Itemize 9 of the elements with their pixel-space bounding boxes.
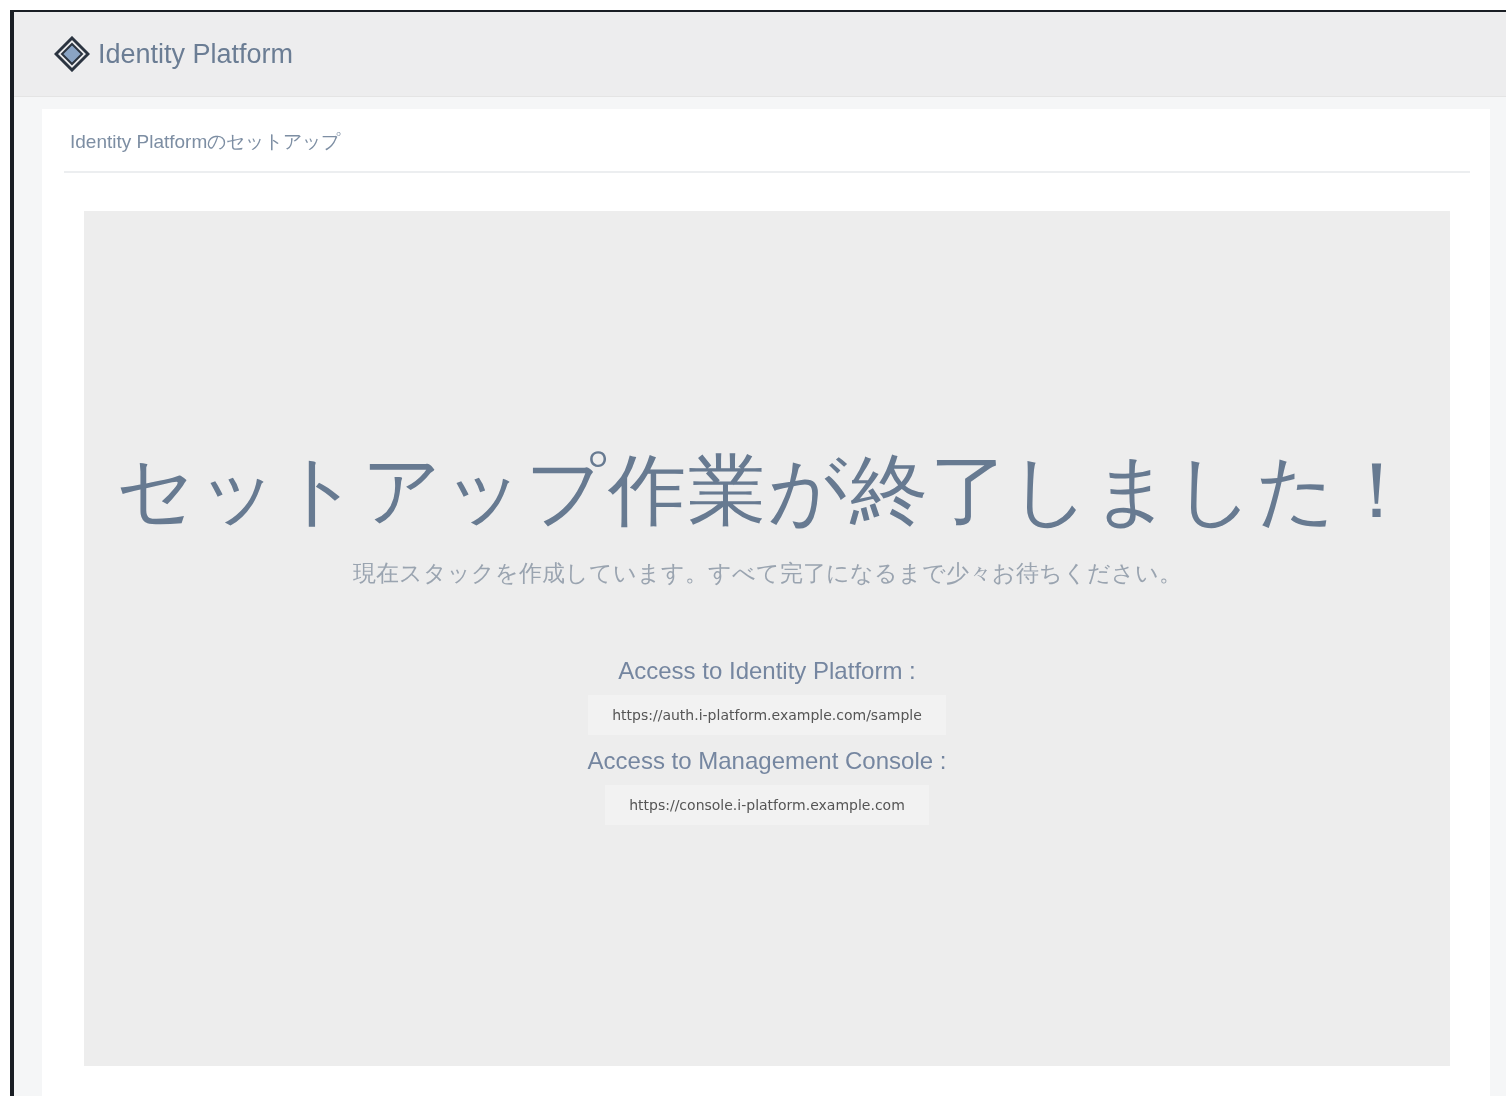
card-title: Identity Platformのセットアップ	[64, 109, 1470, 173]
app-title: Identity Platform	[98, 38, 294, 70]
completion-heading: セットアップ作業が終了しました！	[116, 445, 1418, 536]
access-label: Access to Identity Platform :	[618, 657, 916, 685]
access-label: Access to Management Console :	[587, 747, 947, 775]
url-field: https://console.i-platform.example.com	[605, 785, 929, 825]
diamond-logo-icon	[54, 36, 90, 72]
status-message: 現在スタックを作成しています。すべて完了になるまで少々お待ちください。	[352, 559, 1182, 588]
url-field: https://auth.i-platform.example.com/sample	[588, 695, 946, 735]
